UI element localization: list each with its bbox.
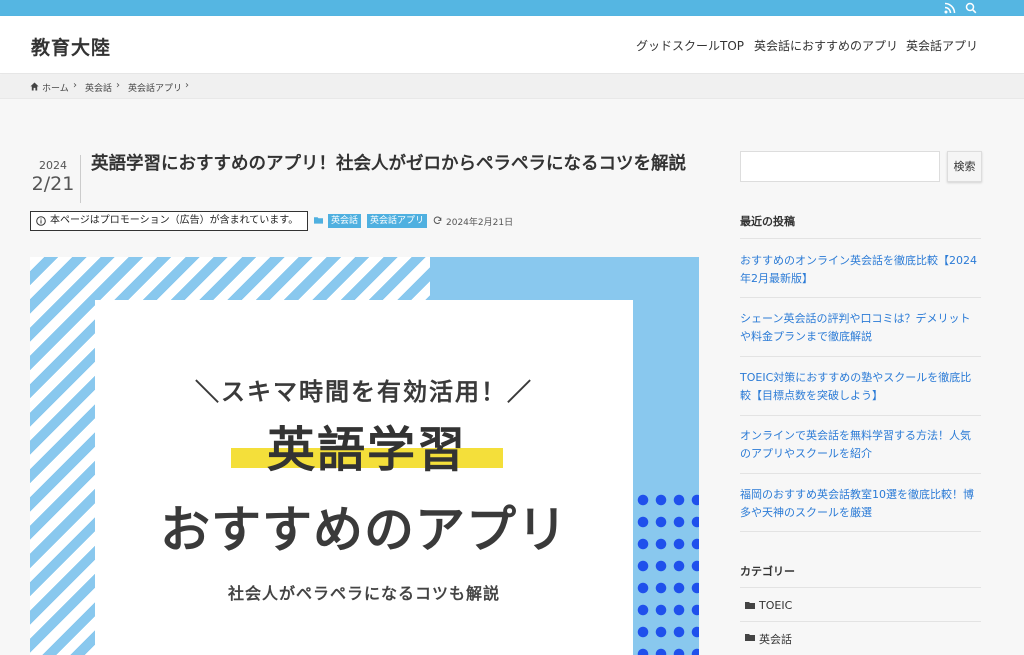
- eyecatch-card: ＼スキマ時間を有効活用！／ 英語学習 おすすめのアプリ 社会人がペラペラになるコ…: [95, 300, 633, 655]
- eyecatch-heading-wrap: 英語学習: [230, 410, 504, 478]
- recent-post-link[interactable]: おすすめのオンライン英会話を徹底比較【2024年2月最新版】: [740, 252, 981, 288]
- breadcrumb-item-eikaiwa-app[interactable]: 英会話アプリ: [128, 81, 182, 94]
- recent-post-link[interactable]: 福岡のおすすめ英会話教室10選を徹底比較！博多や天神のスクールを厳選: [740, 486, 981, 522]
- site-title[interactable]: 教育大陸: [31, 33, 111, 60]
- category-tag-eikaiwa[interactable]: 英会話: [328, 214, 362, 228]
- breadcrumb-home[interactable]: ホーム: [42, 81, 69, 94]
- nav-item-recommended-apps[interactable]: 英会話におすすめのアプリ: [754, 37, 898, 54]
- folder-icon: [745, 602, 755, 609]
- dot-pattern: [634, 489, 699, 655]
- nav-item-goodschool-top[interactable]: グッドスクールTOP: [636, 37, 744, 54]
- eyecatch-caption: 社会人がペラペラになるコツも解説: [227, 584, 500, 603]
- chevron-right-icon: ›: [73, 80, 77, 91]
- recent-post-link[interactable]: TOEIC対策におすすめの塾やスクールを徹底比較【目標点数を突破しよう】: [740, 369, 981, 405]
- promotion-notice: 本ページはプロモーション（広告）が含まれています。: [30, 211, 308, 231]
- recent-posts-title: 最近の投稿: [740, 215, 795, 228]
- search-input[interactable]: [740, 151, 940, 182]
- post-updated-date-text: 2024年2月21日: [446, 218, 514, 228]
- eyecatch-subheading: おすすめのアプリ: [160, 501, 568, 559]
- site-header: 教育大陸 グッドスクールTOP 英会話におすすめのアプリ 英会話アプリ: [0, 16, 1024, 74]
- eyecatch-image: ＼スキマ時間を有効活用！／ 英語学習 おすすめのアプリ 社会人がペラペラになるコ…: [30, 257, 699, 655]
- folder-icon: [745, 634, 755, 641]
- category-item-eikaiwa[interactable]: 英会話: [759, 631, 792, 647]
- folder-icon: [314, 217, 323, 224]
- divider: [740, 356, 981, 357]
- post-date: 2024 2/21: [26, 155, 81, 203]
- divider: [740, 415, 981, 416]
- post-date-month-day: 2/21: [31, 173, 75, 195]
- divider: [740, 531, 981, 532]
- rss-icon[interactable]: [944, 2, 956, 14]
- breadcrumb-item-eikaiwa[interactable]: 英会話: [85, 81, 112, 94]
- promotion-notice-text: 本ページはプロモーション（広告）が含まれています。: [50, 215, 299, 226]
- divider: [740, 473, 981, 474]
- post-updated-date: 2024年2月21日: [433, 215, 513, 228]
- info-icon: [36, 216, 46, 226]
- divider: [740, 238, 981, 239]
- categories-title: カテゴリー: [740, 565, 795, 578]
- chevron-right-icon: ›: [185, 80, 189, 91]
- search-button[interactable]: 検索: [947, 151, 982, 182]
- home-icon: [30, 82, 39, 91]
- recent-post-link[interactable]: シェーン英会話の評判や口コミは？デメリットや料金プランまで徹底解説: [740, 310, 981, 346]
- category-item-toeic[interactable]: TOEIC: [759, 599, 792, 612]
- category-tag-eikaiwa-app[interactable]: 英会話アプリ: [367, 214, 428, 228]
- top-bar: [0, 0, 1024, 16]
- search-icon[interactable]: [965, 2, 977, 14]
- breadcrumb: ホーム › 英会話 › 英会話アプリ ›: [0, 75, 1024, 99]
- divider: [740, 297, 981, 298]
- recent-post-link[interactable]: オンラインで英会話を無料学習する方法！人気のアプリやスクールを紹介: [740, 427, 981, 463]
- divider: [740, 587, 981, 588]
- nav-item-english-apps[interactable]: 英会話アプリ: [906, 37, 978, 54]
- divider: [740, 621, 981, 622]
- post-title: 英語学習におすすめのアプリ！社会人がゼロからペラペラになるコツを解説: [91, 154, 686, 174]
- eyecatch-catchphrase: ＼スキマ時間を有効活用！／: [195, 378, 533, 406]
- chevron-right-icon: ›: [116, 80, 120, 91]
- post-date-year: 2024: [39, 159, 67, 172]
- eyecatch-heading: 英語学習: [266, 422, 467, 478]
